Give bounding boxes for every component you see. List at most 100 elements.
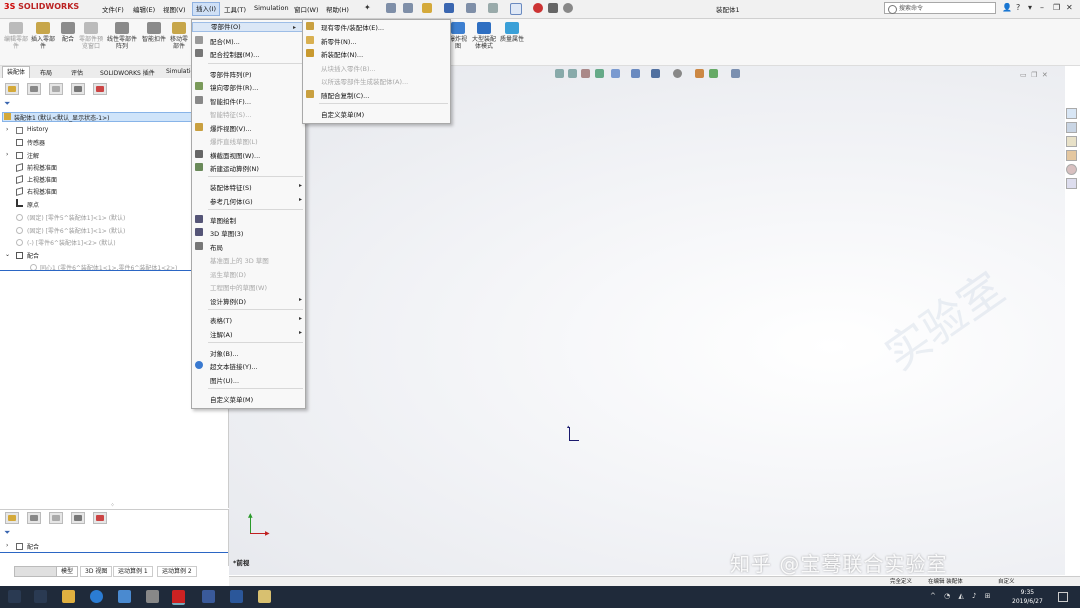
system-tray-icons[interactable]: ^ ◔ ◭ ♪ ⊞ bbox=[930, 592, 994, 600]
submenu-existing-part[interactable]: 现有零件/装配体(E)... bbox=[321, 22, 384, 32]
insert-menu-motion-study[interactable]: 新建运动算例(N) bbox=[210, 163, 259, 173]
insert-menu-section-view[interactable]: 横截面视图(W)... bbox=[210, 150, 260, 160]
menu-edit[interactable]: 编辑(E) bbox=[133, 4, 155, 14]
status-units[interactable]: 自定义 bbox=[998, 577, 1015, 585]
menu-help[interactable]: 帮助(H) bbox=[326, 4, 349, 14]
configurationmanager-tab[interactable] bbox=[49, 83, 63, 95]
insert-menu-exploded-view[interactable]: 爆炸视图(V)... bbox=[210, 123, 252, 133]
tab-3d-views[interactable]: 3D 视图 bbox=[80, 566, 113, 577]
app-icon[interactable] bbox=[202, 590, 215, 603]
insert-menu-picture[interactable]: 图片(U)... bbox=[210, 375, 239, 385]
start-button-icon[interactable] bbox=[8, 590, 21, 603]
restore-icon[interactable]: ❐ bbox=[1031, 71, 1037, 79]
dimxpert-tab[interactable] bbox=[71, 83, 85, 95]
collapse-arrow-icon[interactable]: ⌄ bbox=[5, 251, 10, 258]
insert-menu-object[interactable]: 对象(B)... bbox=[210, 348, 239, 358]
expand-arrow-icon[interactable]: › bbox=[6, 542, 8, 549]
submenu-copy-with-mates[interactable]: 随配合复制(C)... bbox=[321, 90, 369, 100]
options-gear-icon[interactable] bbox=[563, 3, 573, 13]
design-library-icon[interactable] bbox=[1066, 122, 1077, 133]
move-component-button[interactable]: 移动零部件 bbox=[168, 22, 190, 50]
file-explorer-icon[interactable] bbox=[62, 590, 75, 603]
linear-pattern-button[interactable]: 线性零部件阵列 bbox=[107, 22, 137, 50]
insert-menu-customize[interactable]: 自定义菜单(M) bbox=[210, 394, 253, 404]
menu-insert[interactable]: 插入(I) bbox=[192, 2, 220, 16]
rebuild-icon[interactable] bbox=[533, 3, 543, 13]
zoom-area-icon[interactable] bbox=[568, 69, 577, 78]
featuremanager-tab[interactable] bbox=[5, 83, 19, 95]
tree-item-front-plane[interactable]: 前视基准面 bbox=[27, 163, 57, 172]
menu-file[interactable]: 文件(F) bbox=[102, 4, 124, 14]
dynamic-annotation-icon[interactable] bbox=[611, 69, 620, 78]
calculator-icon[interactable] bbox=[146, 590, 159, 603]
expand-arrow-icon[interactable]: › bbox=[6, 126, 8, 133]
home-icon[interactable] bbox=[386, 3, 396, 13]
tab-motion-study-2[interactable]: 运动算例 2 bbox=[157, 566, 197, 577]
insert-component-button[interactable]: 插入零部件 bbox=[30, 22, 56, 50]
restore-icon[interactable]: ❐ bbox=[1053, 3, 1060, 12]
pin-icon[interactable]: ✦ bbox=[364, 3, 371, 12]
view-settings-icon[interactable] bbox=[731, 69, 740, 78]
menu-simulation[interactable]: Simulation bbox=[254, 4, 289, 12]
tab-motion-study-1[interactable]: 运动算例 1 bbox=[113, 566, 153, 577]
tree-item-annotations[interactable]: 注解 bbox=[27, 151, 39, 160]
insert-menu-hyperlink[interactable]: 超文本链接(Y)... bbox=[210, 361, 258, 371]
menu-tools[interactable]: 工具(T) bbox=[224, 4, 246, 14]
filter-icon[interactable]: ⏷ bbox=[4, 528, 10, 538]
insert-menu-tables[interactable]: 表格(T) ▸ bbox=[210, 315, 302, 325]
insert-menu-sketch[interactable]: 草图绘制 bbox=[210, 215, 236, 225]
featuremanager-tab[interactable] bbox=[5, 512, 19, 524]
expand-arrow-icon[interactable]: › bbox=[6, 151, 8, 158]
save-icon[interactable] bbox=[444, 3, 454, 13]
close-icon[interactable]: ✕ bbox=[1042, 71, 1048, 79]
app-icon[interactable] bbox=[258, 590, 271, 603]
tab-evaluate[interactable]: 评估 bbox=[67, 68, 87, 77]
select-icon[interactable] bbox=[510, 3, 522, 15]
insert-menu-3d-sketch[interactable]: 3D 草图(3) bbox=[210, 228, 243, 238]
taskbar-clock[interactable]: 9:35 2019/6/27 bbox=[1012, 588, 1043, 606]
file-properties-icon[interactable] bbox=[548, 3, 558, 13]
word-icon[interactable] bbox=[230, 590, 243, 603]
insert-menu-component[interactable]: 零部件(O) ▸ bbox=[192, 22, 303, 32]
propertymanager-tab[interactable] bbox=[27, 83, 41, 95]
file-explorer-icon[interactable] bbox=[1066, 136, 1077, 147]
tree-item-origin[interactable]: 原点 bbox=[27, 200, 39, 209]
notification-icon[interactable] bbox=[1058, 592, 1068, 602]
user-icon[interactable]: 👤 bbox=[1002, 3, 1012, 12]
close-icon[interactable]: ✕ bbox=[1066, 3, 1073, 12]
search-input[interactable]: 搜索命令 bbox=[884, 2, 996, 14]
custom-properties-icon[interactable] bbox=[1066, 178, 1077, 189]
insert-menu-annotations[interactable]: 注解(A) ▸ bbox=[210, 329, 302, 339]
mass-properties-button[interactable]: 质量属性 bbox=[499, 22, 525, 43]
insert-menu-assembly-feature[interactable]: 装配体特征(S) ▸ bbox=[210, 182, 302, 192]
solidworks-taskbar-icon[interactable] bbox=[172, 590, 185, 605]
app-icon[interactable] bbox=[118, 590, 131, 603]
submenu-new-part[interactable]: 新零件(N)... bbox=[321, 36, 357, 46]
configurationmanager-tab[interactable] bbox=[49, 512, 63, 524]
lower-tree-item-mates[interactable]: 配合 bbox=[27, 542, 39, 551]
appearances-icon[interactable] bbox=[1066, 164, 1077, 175]
insert-menu-component-pattern[interactable]: 零部件阵列(P)▸ bbox=[210, 69, 328, 79]
tab-addins[interactable]: SOLIDWORKS 插件 bbox=[96, 68, 159, 77]
submenu-customize[interactable]: 自定义菜单(M) bbox=[321, 109, 364, 119]
menu-view[interactable]: 视图(V) bbox=[163, 4, 186, 14]
insert-menu-layout[interactable]: 布局 bbox=[210, 242, 223, 252]
tab-model[interactable]: 模型 bbox=[56, 566, 79, 577]
display-style-icon[interactable] bbox=[651, 69, 660, 78]
tab-layout[interactable]: 布局 bbox=[36, 68, 56, 77]
display-manager-tab[interactable] bbox=[93, 83, 107, 95]
edit-appearance-icon[interactable] bbox=[695, 69, 704, 78]
undo-icon[interactable] bbox=[488, 3, 498, 13]
tree-item-right-plane[interactable]: 右视基准面 bbox=[27, 187, 57, 196]
menu-window[interactable]: 窗口(W) bbox=[294, 4, 319, 14]
tree-item-top-plane[interactable]: 上视基准面 bbox=[27, 175, 57, 184]
tree-item-mates[interactable]: 配合 bbox=[27, 251, 39, 260]
tree-item-part[interactable]: (固定) [零件6^装配体1]<1> (默认) bbox=[27, 226, 125, 235]
tab-scroll-area[interactable] bbox=[14, 566, 60, 577]
help-dropdown-icon[interactable]: ▾ bbox=[1028, 3, 1032, 12]
insert-menu-mirror[interactable]: 镜向零部件(R)... bbox=[210, 82, 258, 92]
scene-icon[interactable] bbox=[709, 69, 718, 78]
insert-menu-reference-geometry[interactable]: 参考几何体(G) ▸ bbox=[210, 196, 302, 206]
print-icon[interactable] bbox=[466, 3, 476, 13]
exploded-view-button[interactable]: 爆炸视图 bbox=[448, 22, 468, 50]
